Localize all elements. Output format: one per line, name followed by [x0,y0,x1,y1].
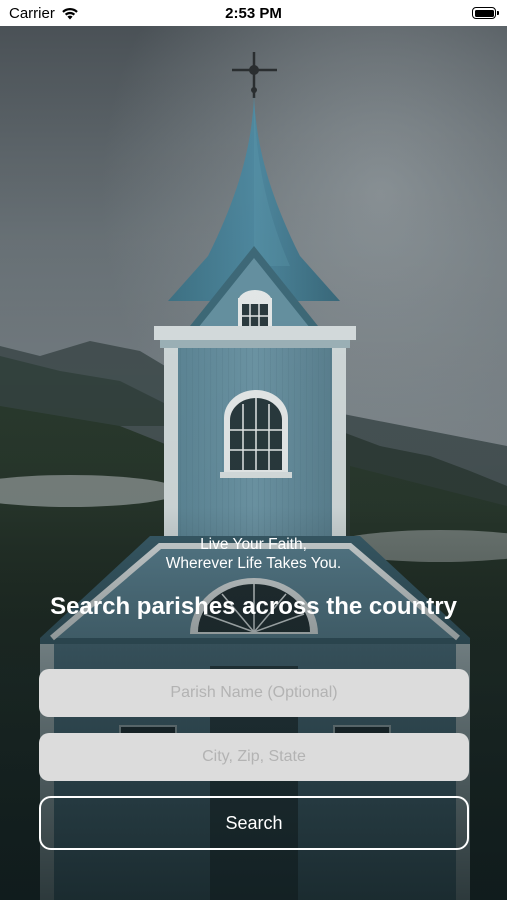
headline: Search parishes across the country [50,593,457,620]
tagline: Live Your Faith, Wherever Life Takes You… [0,535,507,573]
search-panel: Live Your Faith, Wherever Life Takes You… [0,0,507,900]
battery-icon [472,7,499,19]
search-button[interactable]: Search [39,796,469,850]
parish-search-screen: Carrier 2:53 PM Live Your Faith, Whereve… [0,0,507,900]
tagline-line-1: Live Your Faith, [200,536,307,553]
location-input[interactable] [39,733,469,781]
status-bar: Carrier 2:53 PM [0,0,507,26]
clock: 2:53 PM [225,5,282,22]
parish-name-input[interactable] [39,669,469,717]
tagline-line-2: Wherever Life Takes You. [165,555,342,572]
